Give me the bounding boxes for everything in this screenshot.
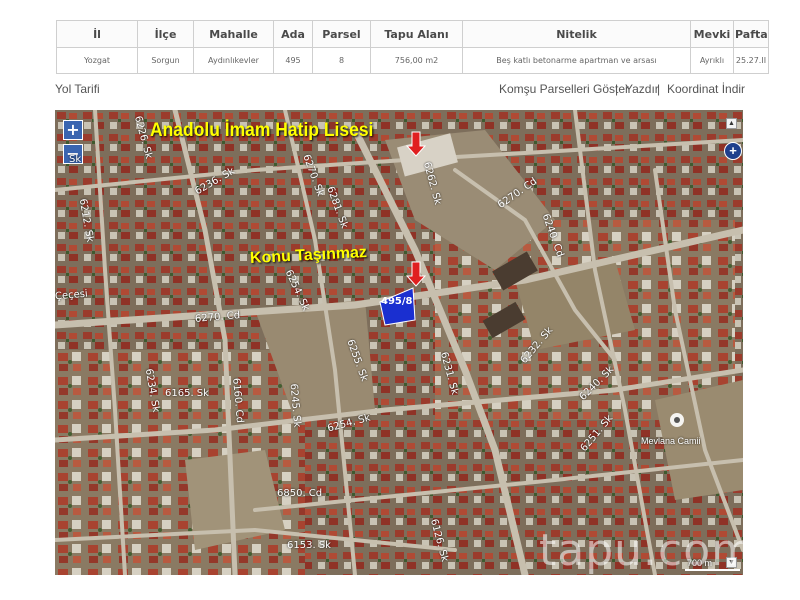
column-header: Mevki	[690, 20, 734, 48]
column-header: Mahalle	[193, 20, 274, 48]
table-cell: Aydınlıkevler	[193, 47, 274, 74]
print-link[interactable]: Yazdır	[625, 82, 659, 96]
expand-map-button[interactable]: +	[724, 142, 742, 160]
satellite-map[interactable]: + − ▲ + ▼ Anadolu İmam Hatip Lisesi Konu…	[55, 110, 743, 575]
zoom-in-button[interactable]: +	[63, 120, 83, 140]
column-header: Ada	[273, 20, 313, 48]
parcel-number-label: 495/8	[381, 296, 413, 307]
show-neighbor-parcels-link[interactable]: Komşu Parselleri Göster	[499, 82, 629, 96]
table-cell: 756,00 m2	[370, 47, 463, 74]
table-cell: Ayrıklı	[690, 47, 734, 74]
column-header: Nitelik	[462, 20, 691, 48]
parcel-info-table: İl İlçe Mahalle Ada Parsel Tapu Alanı Ni…	[56, 20, 769, 74]
table-row: Yozgat Sorgun Aydınlıkevler 495 8 756,00…	[56, 47, 769, 74]
table-cell: 495	[273, 47, 313, 74]
map-scale-label: 700 m	[687, 558, 713, 568]
download-coordinates-link[interactable]: Koordinat İndir	[667, 82, 745, 96]
column-header: İl	[56, 20, 138, 48]
link-separator: |	[657, 82, 661, 96]
directions-link[interactable]: Yol Tarifi	[55, 82, 100, 96]
map-imagery	[55, 110, 743, 575]
table-cell: Yozgat	[56, 47, 138, 74]
column-header: Tapu Alanı	[370, 20, 463, 48]
table-cell: Sorgun	[137, 47, 194, 74]
column-header: İlçe	[137, 20, 194, 48]
link-separator: |	[615, 82, 619, 96]
table-cell: Beş katlı betonarme apartman ve arsası	[462, 47, 691, 74]
column-header: Pafta	[733, 20, 769, 48]
map-scroll-up-arrow[interactable]: ▲	[726, 118, 737, 129]
street-label: 6165. Sk	[165, 388, 209, 399]
street-label: 6153. Sk	[287, 540, 331, 551]
table-cell: 25.27.II	[733, 47, 769, 74]
table-header-row: İl İlçe Mahalle Ada Parsel Tapu Alanı Ni…	[56, 20, 769, 48]
table-cell: 8	[312, 47, 371, 74]
school-label: Anadolu İmam Hatip Lisesi	[150, 120, 374, 141]
street-label: 6850. Cd	[277, 488, 323, 499]
column-header: Parsel	[312, 20, 371, 48]
street-label: Sk	[69, 154, 82, 165]
tapu-watermark: tapu.com	[539, 525, 743, 575]
mosque-label: Mevlana Camii	[641, 436, 701, 446]
